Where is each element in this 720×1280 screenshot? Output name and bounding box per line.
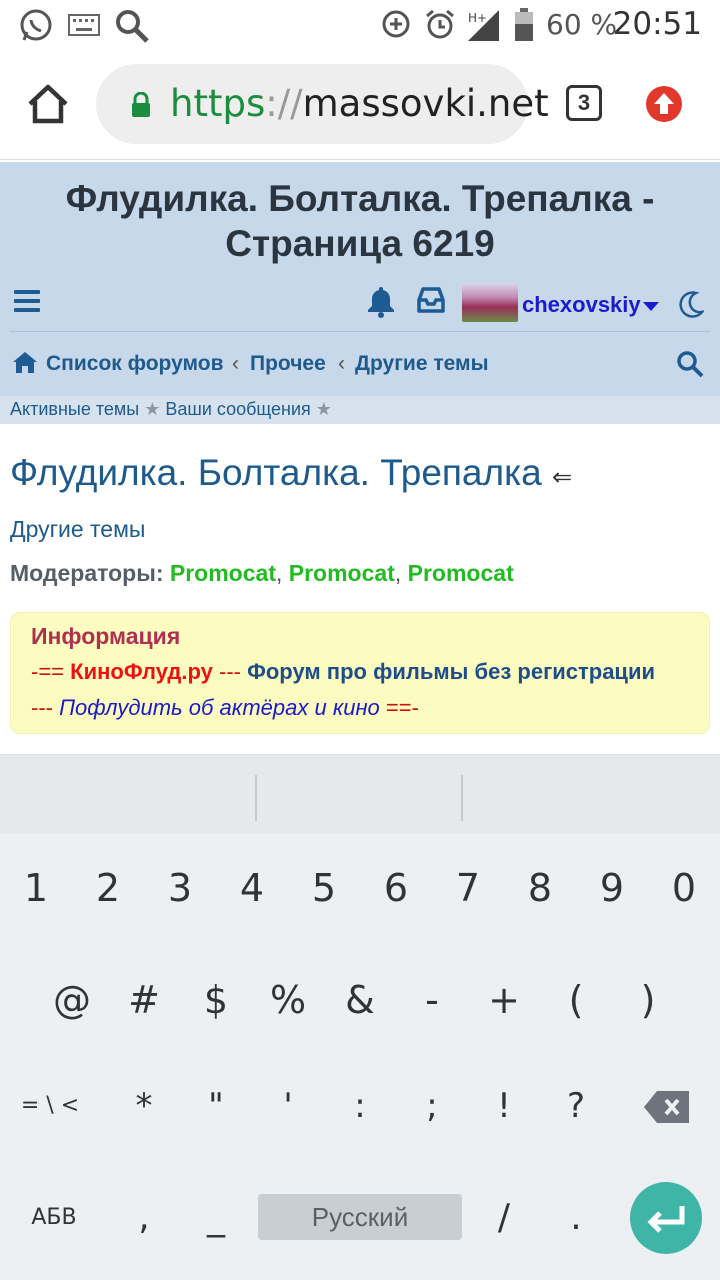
info-title: Информация: [31, 623, 181, 649]
my-posts-link[interactable]: Ваши сообщения: [165, 399, 310, 419]
url-text[interactable]: https://massovki.net: [170, 82, 549, 125]
key-2[interactable]: 2: [72, 838, 144, 938]
key-at[interactable]: @: [36, 950, 108, 1050]
key-9[interactable]: 9: [576, 838, 648, 938]
moderator-link[interactable]: Promocat: [289, 560, 395, 586]
suggestion-strip: [0, 754, 720, 834]
star-icon: ★: [144, 399, 161, 419]
enter-icon: [647, 1206, 685, 1233]
address-bar[interactable]: https://massovki.net: [96, 64, 549, 144]
key-semicolon[interactable]: ;: [396, 1056, 468, 1156]
home-icon[interactable]: [12, 350, 38, 374]
key-slash[interactable]: /: [468, 1168, 540, 1268]
key-comma[interactable]: ,: [108, 1168, 180, 1268]
browser-toolbar: https://massovki.net 3: [0, 50, 720, 160]
key-5[interactable]: 5: [288, 838, 360, 938]
backspace-icon[interactable]: [643, 1090, 691, 1124]
key-6[interactable]: 6: [360, 838, 432, 938]
page-title: Флудилка. Болталка. Трепалка - Страница …: [65, 178, 655, 264]
moderator-link[interactable]: Promocat: [170, 560, 276, 586]
key-asterisk[interactable]: *: [108, 1056, 180, 1156]
moderators-line: Модераторы: Promocat, Promocat, Promocat: [10, 560, 514, 586]
suggestion-divider: [461, 775, 463, 821]
suggestion-divider: [255, 775, 257, 821]
breadcrumb-separator: ‹: [232, 352, 239, 375]
keyboard-icon: [68, 14, 100, 36]
update-icon[interactable]: [646, 86, 682, 122]
battery-icon: [515, 8, 533, 41]
username[interactable]: chexovskiy: [522, 292, 641, 318]
key-double-quote[interactable]: ": [180, 1056, 252, 1156]
space-bar[interactable]: Русский: [258, 1194, 462, 1240]
moon-icon[interactable]: [678, 290, 704, 318]
forum-header: Флудилка. Болталка. Трепалка - Страница …: [0, 162, 720, 424]
breadcrumb-item-other[interactable]: Прочее: [250, 352, 326, 376]
key-percent[interactable]: %: [252, 950, 324, 1050]
key-plus[interactable]: +: [468, 950, 540, 1050]
home-icon[interactable]: [24, 80, 72, 128]
forum-promo-link[interactable]: Форум про фильмы без регистрации: [247, 659, 655, 684]
info-box: Информация -== КиноФлуд.ру --- Форум про…: [10, 612, 710, 734]
active-topics-link[interactable]: Активные темы: [10, 399, 139, 419]
signal-icon: H+: [468, 10, 499, 41]
key-0[interactable]: 0: [648, 838, 720, 938]
battery-percent: 60 %: [546, 8, 618, 41]
key-8[interactable]: 8: [504, 838, 576, 938]
breadcrumb-separator: ‹: [338, 352, 345, 375]
avatar[interactable]: [462, 284, 518, 322]
menu-icon[interactable]: [14, 290, 40, 312]
key-1[interactable]: 1: [0, 838, 72, 938]
breadcrumb: Список форумов ‹ Прочее ‹ Другие темы: [10, 348, 710, 388]
whatsapp-icon: [20, 9, 52, 41]
letters-mode-key[interactable]: АБВ: [18, 1168, 90, 1268]
symbols-page-key[interactable]: = \ <: [14, 1056, 86, 1156]
breadcrumb-item-forums[interactable]: Список форумов: [46, 352, 224, 376]
star-icon: ★: [315, 399, 332, 419]
key-open-paren[interactable]: (: [540, 950, 612, 1050]
search-icon[interactable]: [676, 350, 704, 378]
key-hash[interactable]: #: [108, 950, 180, 1050]
info-line: -== КиноФлуд.ру --- Форум про фильмы без…: [31, 659, 656, 684]
tab-switcher-button[interactable]: 3: [566, 85, 602, 121]
key-close-paren[interactable]: ): [612, 950, 684, 1050]
key-exclamation[interactable]: !: [468, 1056, 540, 1156]
search-icon: [116, 10, 149, 43]
key-colon[interactable]: :: [324, 1056, 396, 1156]
clock: 20:51: [612, 6, 702, 42]
enter-key[interactable]: [630, 1182, 702, 1254]
key-4[interactable]: 4: [216, 838, 288, 938]
user-nav-row: chexovskiy: [10, 276, 710, 332]
lock-icon: [132, 92, 150, 117]
back-arrow-icon[interactable]: ⇐: [552, 464, 572, 491]
topic-content: Флудилка. Болталка. Трепалка ⇐ Другие те…: [0, 424, 720, 754]
quick-links-bar: Активные темы ★ Ваши сообщения ★: [0, 396, 720, 424]
chevron-down-icon[interactable]: [643, 302, 659, 311]
key-question[interactable]: ?: [540, 1056, 612, 1156]
key-7[interactable]: 7: [432, 838, 504, 938]
key-3[interactable]: 3: [144, 838, 216, 938]
data-saver-icon: [382, 10, 410, 38]
key-dollar[interactable]: $: [180, 950, 252, 1050]
status-bar: H+ 60 % 20:51: [0, 0, 720, 50]
inbox-icon[interactable]: [416, 286, 446, 314]
key-period[interactable]: .: [540, 1168, 612, 1268]
info-line: --- Пофлудить об актёрах и кино ==-: [31, 695, 419, 720]
subforum-link[interactable]: Другие темы: [10, 516, 145, 543]
bell-icon[interactable]: [366, 284, 396, 318]
key-underscore[interactable]: _: [180, 1168, 252, 1268]
kinoflud-link[interactable]: КиноФлуд.ру: [70, 659, 213, 684]
flood-link[interactable]: Пофлудить об актёрах и кино: [59, 695, 380, 720]
moderator-link[interactable]: Promocat: [408, 560, 514, 586]
key-ampersand[interactable]: &: [324, 950, 396, 1050]
thread-title[interactable]: Флудилка. Болталка. Трепалка ⇐: [10, 452, 572, 494]
svg-text:H+: H+: [468, 11, 487, 25]
key-minus[interactable]: -: [396, 950, 468, 1050]
breadcrumb-item-other-topics[interactable]: Другие темы: [355, 352, 489, 376]
key-single-quote[interactable]: ': [252, 1056, 324, 1156]
keyboard: 1 2 3 4 5 6 7 8 9 0 @ # $ % & - + ( ) = …: [0, 834, 720, 1280]
alarm-icon: [426, 9, 454, 39]
